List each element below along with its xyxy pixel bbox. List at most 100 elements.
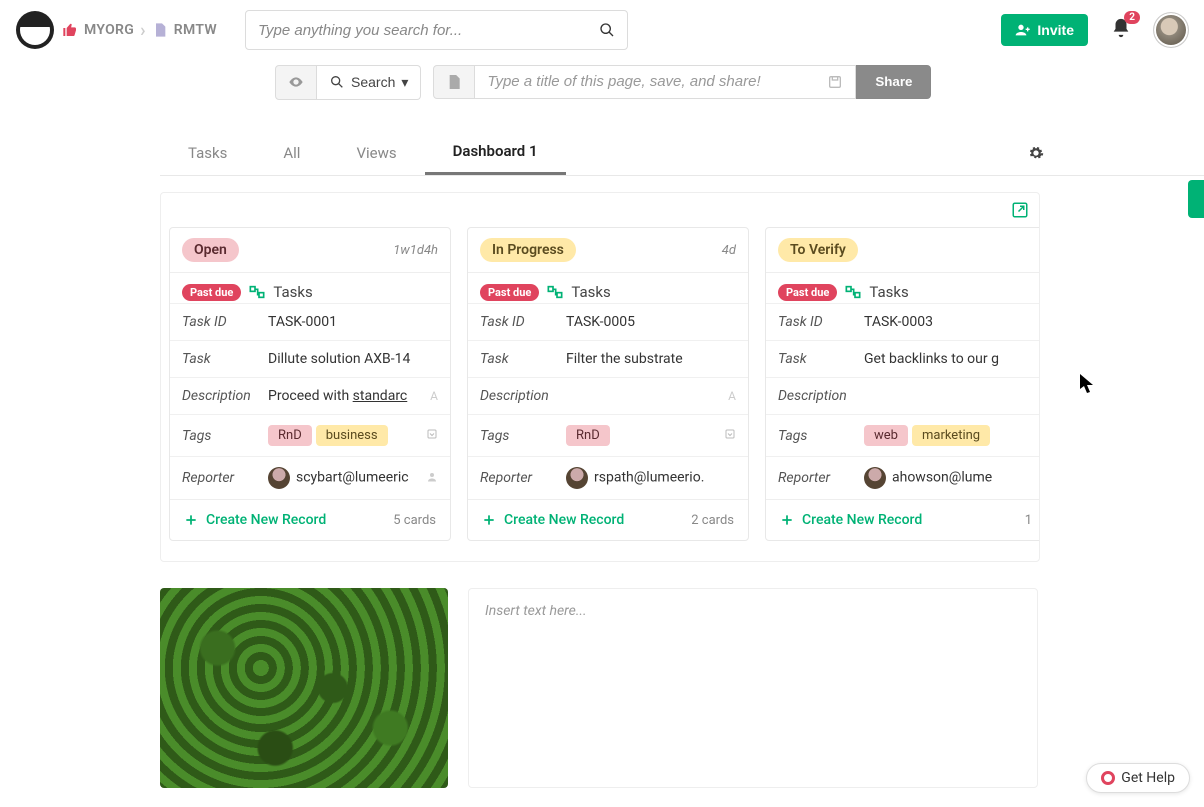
field-key: Description (182, 388, 268, 404)
card-row[interactable]: Reporterrspath@lumeerio. (468, 456, 748, 499)
card-row[interactable]: Description A (468, 377, 748, 414)
card-count: 2 cards (691, 513, 734, 528)
field-value: Proceed with standarc (268, 388, 426, 404)
field-value: scybart@lumeeric (268, 467, 422, 489)
breadcrumb-org[interactable]: MYORG (84, 22, 134, 38)
save-icon[interactable] (815, 65, 856, 99)
field-key: Description (778, 388, 864, 404)
tasks-label: Tasks (273, 283, 312, 301)
notifications-button[interactable]: 2 (1110, 17, 1132, 43)
create-record-button[interactable]: Create New Record (482, 512, 624, 528)
card-count: 5 cards (393, 513, 436, 528)
card-row[interactable]: TaskDillute solution AXB-14 (170, 340, 450, 377)
breadcrumb: MYORG › RMTW (62, 20, 217, 41)
get-help-label: Get Help (1121, 770, 1175, 786)
past-due-badge: Past due (480, 284, 539, 301)
card-row[interactable]: TaskFilter the substrate (468, 340, 748, 377)
card-row[interactable]: TagsRnDbusiness (170, 414, 450, 456)
field-value: Filter the substrate (566, 351, 736, 367)
help-ring-icon (1101, 771, 1115, 785)
field-key: Tags (480, 428, 566, 444)
settings-gear-icon[interactable] (1028, 132, 1044, 172)
dropdown-type-icon (426, 428, 438, 443)
tab-dashboard1[interactable]: Dashboard 1 (425, 130, 566, 175)
card-count: 1 (1025, 513, 1032, 528)
search-button[interactable]: Search ▾ (317, 65, 421, 100)
field-value: ahowson@lume (864, 467, 1034, 489)
image-widget[interactable] (160, 588, 448, 788)
kanban-column: In Progress4dPast dueTasksTask IDTASK-00… (467, 227, 749, 541)
card-row[interactable]: Task IDTASK-0003 (766, 303, 1040, 340)
column-title-pill[interactable]: To Verify (778, 238, 858, 262)
avatar-icon (566, 467, 588, 489)
text-widget[interactable]: Insert text here... (468, 588, 1038, 788)
global-search[interactable] (245, 10, 628, 50)
field-key: Task (778, 351, 864, 367)
field-value: Dillute solution AXB-14 (268, 351, 438, 367)
field-key: Tags (182, 428, 268, 444)
side-tab[interactable] (1188, 180, 1204, 218)
link-icon (249, 284, 265, 300)
create-record-button[interactable]: Create New Record (780, 512, 922, 528)
search-input[interactable] (258, 22, 599, 39)
visibility-toggle[interactable] (275, 65, 317, 100)
card-row[interactable]: TagsRnD (468, 414, 748, 456)
tasks-label: Tasks (869, 283, 908, 301)
breadcrumb-page[interactable]: RMTW (174, 22, 217, 38)
field-value: TASK-0003 (864, 314, 1034, 330)
file-icon (152, 22, 168, 38)
card-row[interactable]: Description (766, 377, 1040, 414)
text-type-icon: A (728, 389, 736, 403)
field-key: Task ID (778, 314, 864, 330)
thumb-up-icon (62, 22, 78, 38)
text-type-icon: A (430, 389, 438, 403)
tab-tasks[interactable]: Tasks (160, 132, 255, 174)
field-key: Task (480, 351, 566, 367)
search-button-label: Search (351, 74, 395, 90)
column-title-pill[interactable]: In Progress (480, 238, 576, 262)
card-row[interactable]: Tagswebmarketing (766, 414, 1040, 456)
user-avatar[interactable] (1154, 13, 1188, 47)
expand-icon[interactable] (1011, 201, 1029, 223)
link-icon (547, 284, 563, 300)
share-button[interactable]: Share (856, 65, 931, 99)
card-row[interactable]: Reporterahowson@lume (766, 456, 1040, 499)
column-title-pill[interactable]: Open (182, 238, 239, 262)
search-icon[interactable] (599, 22, 615, 38)
field-value: rspath@lumeerio. (566, 467, 736, 489)
field-key: Tags (778, 428, 864, 444)
invite-label: Invite (1037, 22, 1074, 38)
column-meta: 1w1d4h (393, 243, 438, 258)
create-record-button[interactable]: Create New Record (184, 512, 326, 528)
field-value: TASK-0001 (268, 314, 438, 330)
field-value: RnD (566, 425, 720, 446)
field-key: Reporter (480, 470, 566, 486)
board-widget: Open1w1d4hPast dueTasksTask IDTASK-0001T… (160, 192, 1040, 562)
kanban-column: To VerifyPast dueTasksTask IDTASK-0003Ta… (765, 227, 1040, 541)
past-due-badge: Past due (778, 284, 837, 301)
invite-button[interactable]: Invite (1001, 14, 1088, 46)
link-icon (845, 284, 861, 300)
cursor-icon (1080, 374, 1094, 394)
card-row[interactable]: Task IDTASK-0005 (468, 303, 748, 340)
field-value: RnDbusiness (268, 425, 422, 446)
card-row[interactable]: DescriptionProceed with standarc A (170, 377, 450, 414)
field-key: Task ID (182, 314, 268, 330)
column-meta: 4d (722, 243, 736, 258)
tab-views[interactable]: Views (328, 132, 424, 174)
get-help-button[interactable]: Get Help (1086, 763, 1190, 793)
tab-all[interactable]: All (255, 132, 328, 174)
field-value: Get backlinks to our g (864, 351, 1034, 367)
card-row[interactable]: Task IDTASK-0001 (170, 303, 450, 340)
page-title-input[interactable] (475, 65, 815, 99)
card-row[interactable]: TaskGet backlinks to our g (766, 340, 1040, 377)
chevron-right-icon: › (140, 20, 146, 41)
app-logo[interactable] (16, 11, 54, 49)
avatar-icon (864, 467, 886, 489)
notif-badge: 2 (1124, 11, 1140, 24)
field-key: Reporter (182, 470, 268, 486)
dropdown-type-icon (724, 428, 736, 443)
card-row[interactable]: Reporterscybart@lumeeric (170, 456, 450, 499)
field-key: Description (480, 388, 566, 404)
field-key: Task ID (480, 314, 566, 330)
